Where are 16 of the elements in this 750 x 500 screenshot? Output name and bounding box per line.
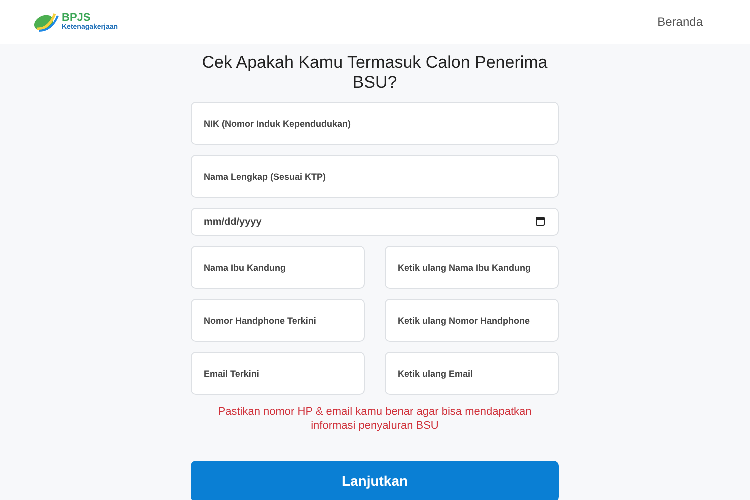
- form-title: Cek Apakah Kamu Termasuk Calon Penerima BSU?: [201, 53, 549, 93]
- nav-link[interactable]: Beranda: [658, 13, 703, 31]
- input-field[interactable]: Ketik ulang Email: [385, 352, 559, 395]
- input-field[interactable]: Nama Lengkap (Sesuai KTP): [191, 155, 559, 198]
- input-field[interactable]: Email Terkini: [191, 352, 365, 395]
- warning-note: Pastikan nomor HP & email kamu benar agar bisa mendapatkan informasi penyaluran BSU: [217, 405, 533, 433]
- submit-button[interactable]: Lanjutkan: [191, 461, 559, 500]
- input-field[interactable]: Nomor Handphone Terkini: [191, 299, 365, 342]
- input-field[interactable]: NIK (Nomor Induk Kependudukan): [191, 102, 559, 145]
- input-field[interactable]: Ketik ulang Nama Ibu Kandung: [385, 246, 559, 289]
- input-field[interactable]: Nama Ibu Kandung: [191, 246, 365, 289]
- input-field[interactable]: Ketik ulang Nomor Handphone: [385, 299, 559, 342]
- logo-title: BPJS: [62, 13, 91, 24]
- logo-icon: [33, 12, 59, 32]
- date-field[interactable]: mm/dd/yyyy: [191, 208, 559, 236]
- calendar-icon[interactable]: [536, 217, 545, 226]
